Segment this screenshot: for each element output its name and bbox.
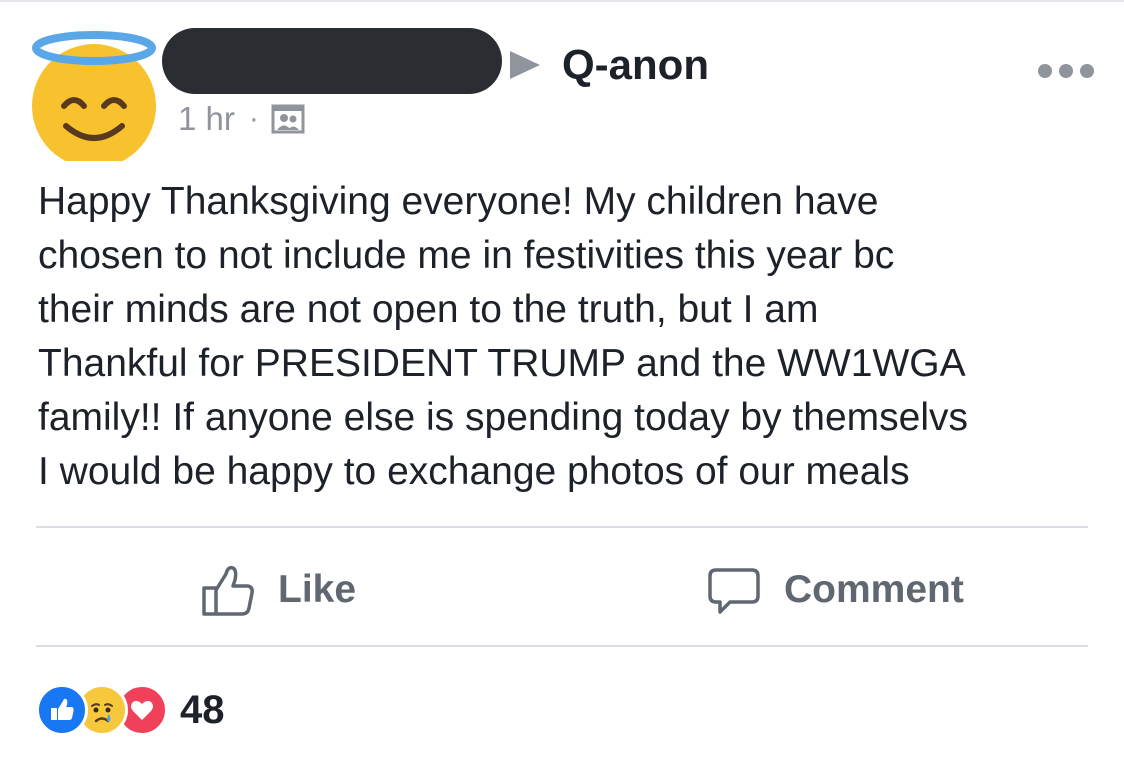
like-label: Like [278, 568, 357, 611]
post-meta: 1 hr · [178, 98, 305, 140]
divider [36, 526, 1088, 528]
divider [36, 645, 1088, 647]
post-timestamp[interactable]: 1 hr [178, 100, 235, 138]
author-avatar[interactable] [24, 26, 164, 161]
post-body-text: Happy Thanksgiving everyone! My children… [38, 180, 968, 493]
like-reaction-icon [36, 684, 88, 736]
author-name-redacted[interactable] [162, 28, 502, 94]
more-options-icon [1038, 64, 1094, 78]
meta-separator: · [248, 102, 259, 135]
comment-label: Comment [784, 568, 964, 611]
speech-bubble-icon [706, 562, 762, 618]
top-border [0, 0, 1124, 2]
thumbs-up-outline-icon [200, 562, 256, 618]
shared-to-arrow-icon [510, 51, 540, 79]
group-name-link[interactable]: Q-anon [562, 40, 709, 90]
smiling-face-with-halo-icon [32, 31, 156, 161]
reaction-count[interactable]: 48 [180, 688, 225, 733]
more-options-button[interactable] [1036, 62, 1096, 80]
comment-button[interactable]: Comment [706, 558, 964, 622]
reactions-summary[interactable]: 48 [36, 684, 225, 736]
like-button[interactable]: Like [200, 558, 356, 622]
group-audience-icon[interactable] [271, 102, 305, 136]
